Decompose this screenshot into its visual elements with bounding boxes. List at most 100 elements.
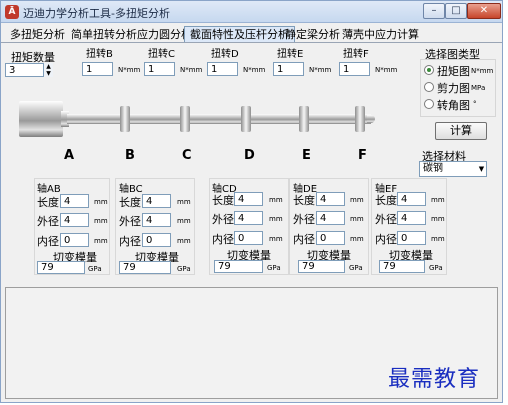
shaft-ef-length-unit: mm: [431, 196, 445, 204]
tab-strip: 多扭矩分析 简单扭转分析 应力圆分析 截面特性及压杆分析 静定梁分析 薄壳中应力…: [1, 25, 502, 43]
shaft-ef-length-input[interactable]: 4: [397, 192, 426, 206]
radio-shear-chart-unit: MPa: [471, 84, 486, 92]
station-label-d: D: [244, 148, 255, 163]
shaft-cd-inner-label: 内径: [212, 233, 234, 246]
shaft-ab-length-input[interactable]: 4: [60, 194, 89, 208]
shaft-cd-outer-unit: mm: [269, 215, 283, 223]
radio-angle-chart-unit: °: [473, 100, 477, 108]
shaft-de-outer-label: 外径: [293, 213, 315, 226]
app-window: Ā 迈迪力学分析工具-多扭矩分析 – □ ✕ 多扭矩分析 简单扭转分析 应力圆分…: [0, 0, 503, 403]
shaft-cd-modulus-unit: GPa: [267, 264, 281, 272]
shaft-ab-inner-input[interactable]: 0: [60, 233, 89, 247]
radio-shear-chart-label: 剪力图: [437, 82, 470, 95]
shaft-bc-modulus-input[interactable]: 79: [119, 261, 171, 274]
watermark: 最需教育: [388, 367, 481, 392]
torque-d-input[interactable]: 1: [207, 62, 238, 76]
shaft-bc-outer-unit: mm: [177, 217, 191, 225]
torque-b-input[interactable]: 1: [82, 62, 113, 76]
shaft-bc-length-label: 长度: [119, 196, 141, 209]
shaft-de-inner-input[interactable]: 0: [316, 231, 345, 245]
hub-f: [355, 106, 365, 132]
shaft-ef-length-label: 长度: [375, 194, 397, 207]
shaft-ef-modulus-unit: GPa: [429, 264, 443, 272]
radio-torque-chart-unit: N*mm: [471, 67, 494, 75]
shaft-bc-outer-label: 外径: [119, 215, 141, 228]
calculate-button[interactable]: 计算: [435, 122, 487, 140]
shaft-ab-modulus-unit: GPa: [88, 265, 102, 273]
shaft-de-length-label: 长度: [293, 194, 315, 207]
shaft-cd-modulus-input[interactable]: 79: [214, 260, 263, 273]
torque-f-unit: N*mm: [375, 66, 398, 74]
radio-shear-chart[interactable]: [424, 82, 434, 92]
shaft-bc-inner-input[interactable]: 0: [142, 233, 171, 247]
torque-count-spinner[interactable]: ▲ ▼: [43, 63, 53, 77]
hub-b: [120, 106, 130, 132]
shaft-cd-length-input[interactable]: 4: [234, 192, 263, 206]
shaft-de-outer-input[interactable]: 4: [316, 211, 345, 225]
shaft-ef-outer-label: 外径: [375, 213, 397, 226]
torque-d-unit: N*mm: [243, 66, 266, 74]
shaft-ef-outer-unit: mm: [431, 215, 445, 223]
shaft-de-length-input[interactable]: 4: [316, 192, 345, 206]
minimize-button[interactable]: –: [423, 3, 445, 19]
shaft-ab-outer-input[interactable]: 4: [60, 213, 89, 227]
window-title: 迈迪力学分析工具-多扭矩分析: [23, 7, 170, 20]
shaft-ef-inner-input[interactable]: 0: [397, 231, 426, 245]
shaft-de-inner-label: 内径: [293, 233, 315, 246]
radio-angle-chart[interactable]: [424, 99, 434, 109]
torque-f-label: 扭转F: [343, 49, 369, 60]
radio-angle-chart-label: 转角图: [437, 99, 470, 112]
shaft-ab-inner-label: 内径: [37, 235, 59, 248]
maximize-button[interactable]: □: [445, 3, 467, 19]
radio-torque-chart[interactable]: [424, 65, 434, 75]
torque-b-label: 扭转B: [86, 49, 113, 60]
station-label-b: B: [125, 148, 135, 163]
shaft-illustration: [1, 95, 406, 145]
torque-d-label: 扭转D: [211, 49, 239, 60]
shaft-ef-inner-label: 内径: [375, 233, 397, 246]
app-icon: Ā: [5, 5, 19, 19]
shaft-ef-outer-input[interactable]: 4: [397, 211, 426, 225]
shaft-bc-inner-unit: mm: [177, 237, 191, 245]
close-button[interactable]: ✕: [467, 3, 501, 19]
torque-b-unit: N*mm: [118, 66, 141, 74]
shaft-bc-outer-input[interactable]: 4: [142, 213, 171, 227]
shaft-de-modulus-input[interactable]: 79: [298, 260, 345, 273]
shaft-bc-inner-label: 内径: [119, 235, 141, 248]
shaft-bc-length-unit: mm: [177, 198, 191, 206]
chevron-down-icon[interactable]: ▼: [477, 162, 486, 176]
radio-torque-chart-label: 扭矩图: [437, 65, 470, 78]
torque-f-input[interactable]: 1: [339, 62, 370, 76]
shaft-body: [67, 114, 371, 124]
shaft-de-length-unit: mm: [350, 196, 364, 204]
shaft-ab-length-label: 长度: [37, 196, 59, 209]
shaft-end: [367, 115, 375, 123]
shaft-ab-title: 轴AB: [37, 184, 61, 195]
shaft-cd-inner-input[interactable]: 0: [234, 231, 263, 245]
shaft-de-outer-unit: mm: [350, 215, 364, 223]
hub-c: [180, 106, 190, 132]
torque-e-input[interactable]: 1: [273, 62, 304, 76]
shaft-ef-modulus-input[interactable]: 79: [379, 260, 425, 273]
shaft-cd-outer-input[interactable]: 4: [234, 211, 263, 225]
title-bar: Ā 迈迪力学分析工具-多扭矩分析 – □ ✕: [1, 1, 502, 23]
shaft-ab-length-unit: mm: [94, 198, 108, 206]
shaft-ab-modulus-input[interactable]: 79: [37, 261, 85, 274]
hub-e: [299, 106, 309, 132]
shaft-bc-length-input[interactable]: 4: [142, 194, 171, 208]
tab-thin-shell-stress[interactable]: 薄壳中应力计算: [336, 26, 425, 42]
shaft-ab-inner-unit: mm: [94, 237, 108, 245]
torque-c-input[interactable]: 1: [144, 62, 175, 76]
shaft-ab-outer-unit: mm: [94, 217, 108, 225]
shaft-de-inner-unit: mm: [350, 235, 364, 243]
station-label-c: C: [182, 148, 192, 163]
shaft-ef-inner-unit: mm: [431, 235, 445, 243]
shaft-bc-title: 轴BC: [119, 184, 143, 195]
shaft-cd-inner-unit: mm: [269, 235, 283, 243]
tab-multi-torque[interactable]: 多扭矩分析: [4, 26, 71, 42]
shaft-cd-length-unit: mm: [269, 196, 283, 204]
station-label-a: A: [64, 148, 75, 163]
shaft-ab-outer-label: 外径: [37, 215, 59, 228]
station-label-f: F: [358, 148, 367, 163]
torque-c-label: 扭转C: [148, 49, 175, 60]
